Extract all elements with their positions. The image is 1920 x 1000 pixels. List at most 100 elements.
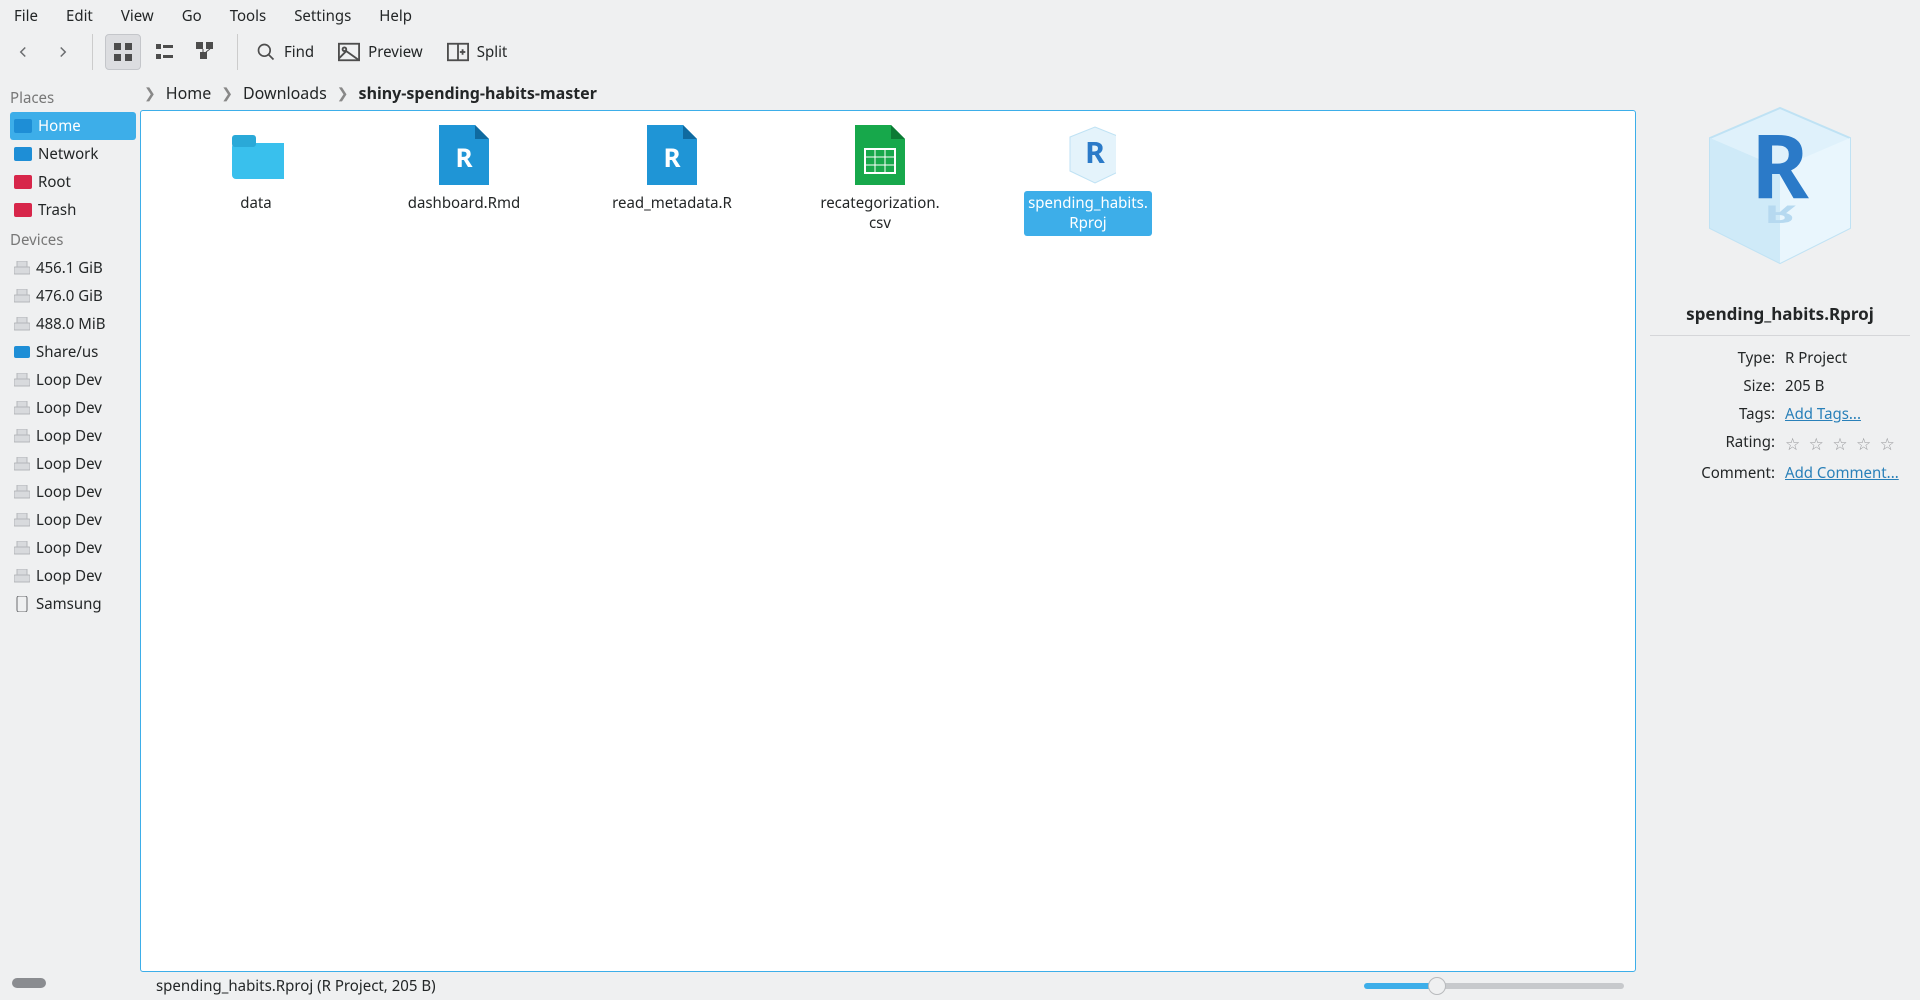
sidebar-device-item[interactable]: Share/us bbox=[10, 338, 136, 366]
rfile-icon: R bbox=[644, 127, 700, 183]
sidebar-item-network[interactable]: Network bbox=[10, 140, 136, 168]
view-mode-group bbox=[92, 34, 238, 70]
info-type-value: R Project bbox=[1785, 348, 1910, 368]
menu-go[interactable]: Go bbox=[182, 6, 202, 26]
status-text: spending_habits.Rproj (R Project, 205 B) bbox=[156, 976, 436, 996]
sidebar-item-label: 476.0 GiB bbox=[36, 286, 103, 306]
add-comment-link[interactable]: Add Comment... bbox=[1785, 463, 1899, 483]
sidebar-item-label: Network bbox=[38, 144, 98, 164]
view-compact-button[interactable] bbox=[147, 34, 183, 70]
find-button[interactable]: Find bbox=[250, 36, 320, 68]
image-icon bbox=[338, 42, 360, 62]
file-item[interactable]: Rread_metadata.R bbox=[577, 127, 767, 215]
menu-help[interactable]: Help bbox=[379, 6, 412, 26]
sidebar-device-item[interactable]: Loop Dev bbox=[10, 394, 136, 422]
menu-edit[interactable]: Edit bbox=[66, 6, 93, 26]
rproject-icon: R R bbox=[1680, 98, 1880, 278]
chevron-right-icon: ❯ bbox=[144, 84, 156, 103]
breadcrumb-item[interactable]: Home bbox=[166, 82, 212, 104]
zoom-slider[interactable] bbox=[1364, 983, 1624, 989]
split-button[interactable]: Split bbox=[441, 36, 514, 68]
folder-icon bbox=[228, 127, 284, 183]
info-size-label: Size: bbox=[1650, 376, 1775, 396]
menu-file[interactable]: File bbox=[14, 6, 38, 26]
file-item[interactable]: Rspending_habits.Rproj bbox=[993, 127, 1183, 236]
file-view[interactable]: dataRdashboard.RmdRread_metadata.Rrecate… bbox=[140, 110, 1636, 972]
sidebar-item-label: Share/us bbox=[36, 342, 98, 362]
toolbar: Find Preview Split bbox=[0, 32, 1920, 78]
menu-tools[interactable]: Tools bbox=[230, 6, 267, 26]
drive-icon bbox=[14, 288, 30, 304]
sidebar-item-label: Loop Dev bbox=[36, 538, 102, 558]
sidebar-item-label: Loop Dev bbox=[36, 370, 102, 390]
preview-label: Preview bbox=[368, 42, 423, 62]
devices-header: Devices bbox=[10, 224, 136, 254]
sidebar-device-item[interactable]: Loop Dev bbox=[10, 366, 136, 394]
svg-text:R: R bbox=[1085, 131, 1105, 172]
home-folder-icon bbox=[14, 119, 32, 133]
drive-icon bbox=[14, 456, 30, 472]
chevron-right-icon: ❯ bbox=[221, 84, 233, 103]
sidebar-item-label: Loop Dev bbox=[36, 398, 102, 418]
sidebar-device-item[interactable]: 456.1 GiB bbox=[10, 254, 136, 282]
sidebar-item-label: 488.0 MiB bbox=[36, 314, 105, 334]
rating-stars[interactable]: ☆ ☆ ☆ ☆ ☆ bbox=[1785, 432, 1910, 455]
search-icon bbox=[256, 42, 276, 62]
back-button[interactable] bbox=[12, 41, 34, 63]
slider-thumb[interactable] bbox=[1428, 977, 1446, 995]
breadcrumb-current[interactable]: shiny-spending-habits-master bbox=[359, 82, 597, 104]
breadcrumb: ❯ Home ❯ Downloads ❯ shiny-spending-habi… bbox=[140, 78, 1636, 110]
sidebar-device-item[interactable]: Samsung bbox=[10, 590, 136, 618]
sidebar-item-label: Root bbox=[38, 172, 71, 192]
menu-view[interactable]: View bbox=[121, 6, 154, 26]
sidebar-item-trash[interactable]: Trash bbox=[10, 196, 136, 224]
info-tags-label: Tags: bbox=[1650, 404, 1775, 424]
info-rating-label: Rating: bbox=[1650, 432, 1775, 455]
svg-text:R: R bbox=[455, 139, 473, 175]
view-details-button[interactable] bbox=[189, 34, 225, 70]
file-label: read_metadata.R bbox=[608, 191, 736, 215]
sidebar-device-item[interactable]: 476.0 GiB bbox=[10, 282, 136, 310]
sidebar-item-label: Loop Dev bbox=[36, 426, 102, 446]
statusbar: spending_habits.Rproj (R Project, 205 B) bbox=[140, 972, 1636, 1000]
sidebar-device-item[interactable]: Loop Dev bbox=[10, 450, 136, 478]
sidebar-device-item[interactable]: Loop Dev bbox=[10, 422, 136, 450]
svg-text:R: R bbox=[1764, 198, 1796, 231]
information-panel: R R spending_habits.Rproj Type:R Project… bbox=[1640, 78, 1920, 1000]
file-label: data bbox=[236, 191, 275, 215]
split-icon bbox=[447, 42, 469, 62]
file-item[interactable]: Rdashboard.Rmd bbox=[369, 127, 559, 215]
svg-text:R: R bbox=[663, 139, 681, 175]
sidebar-item-root[interactable]: Root bbox=[10, 168, 136, 196]
breadcrumb-item[interactable]: Downloads bbox=[243, 82, 327, 104]
drive-icon bbox=[14, 428, 30, 444]
sidebar-item-label: Samsung bbox=[36, 594, 102, 614]
sidebar-item-label: Loop Dev bbox=[36, 454, 102, 474]
info-size-value: 205 B bbox=[1785, 376, 1910, 396]
view-icons-button[interactable] bbox=[105, 34, 141, 70]
drive-icon bbox=[14, 316, 30, 332]
sidebar-item-label: 456.1 GiB bbox=[36, 258, 103, 278]
root-folder-icon bbox=[14, 175, 32, 189]
file-item[interactable]: recategorization.csv bbox=[785, 127, 975, 236]
file-label: dashboard.Rmd bbox=[404, 191, 525, 215]
add-tags-link[interactable]: Add Tags... bbox=[1785, 404, 1861, 424]
sidebar-device-item[interactable]: Loop Dev bbox=[10, 478, 136, 506]
menu-settings[interactable]: Settings bbox=[294, 6, 351, 26]
sidebar-item-home[interactable]: Home bbox=[10, 112, 136, 140]
network-folder-icon bbox=[14, 147, 32, 161]
chevron-right-icon: ❯ bbox=[337, 84, 349, 103]
forward-button[interactable] bbox=[52, 41, 74, 63]
drive-icon bbox=[14, 568, 30, 584]
sidebar-device-item[interactable]: 488.0 MiB bbox=[10, 310, 136, 338]
sidebar-device-item[interactable]: Loop Dev bbox=[10, 506, 136, 534]
file-item[interactable]: data bbox=[161, 127, 351, 215]
file-label: spending_habits.Rproj bbox=[1024, 191, 1152, 236]
sidebar-device-item[interactable]: Loop Dev bbox=[10, 534, 136, 562]
trash-folder-icon bbox=[14, 203, 32, 217]
sidebar-device-item[interactable]: Loop Dev bbox=[10, 562, 136, 590]
sidebar-item-label: Loop Dev bbox=[36, 566, 102, 586]
drive-icon bbox=[14, 512, 30, 528]
preview-button[interactable]: Preview bbox=[332, 36, 429, 68]
drive-icon bbox=[14, 372, 30, 388]
